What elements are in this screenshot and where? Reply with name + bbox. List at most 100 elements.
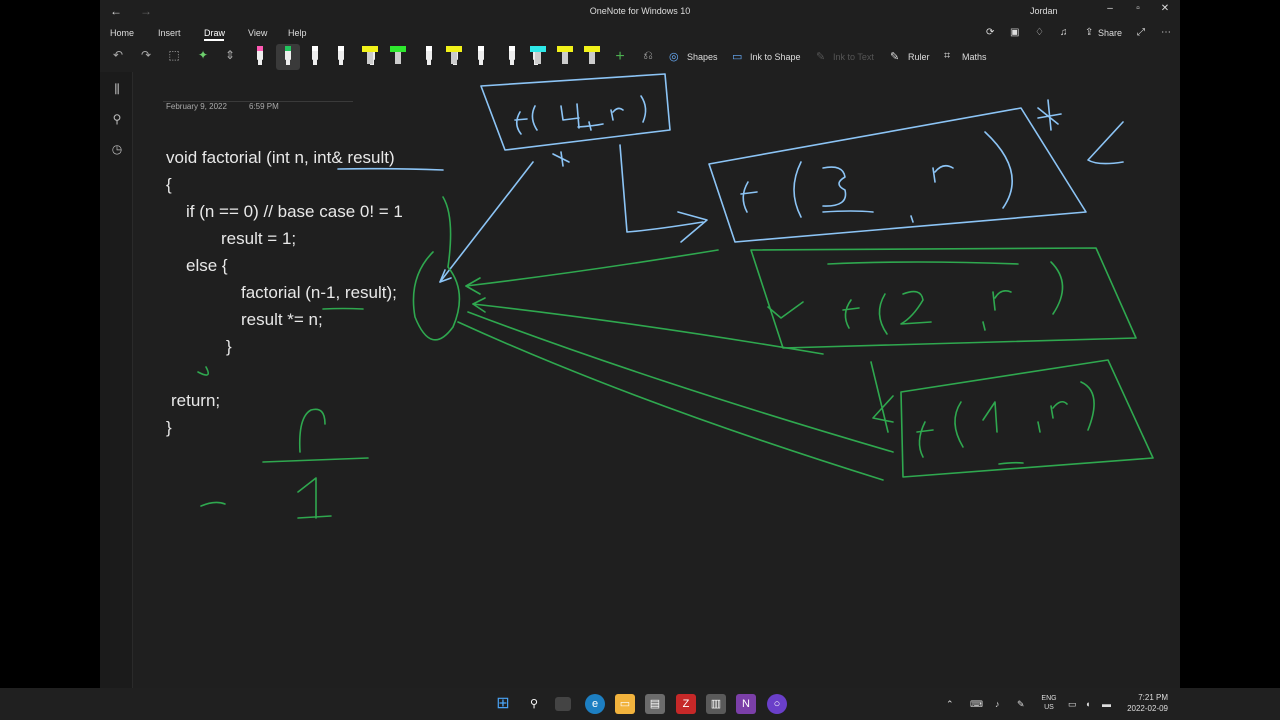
battery-icon[interactable]: ▬ <box>1102 699 1111 709</box>
pen-tool[interactable] <box>423 46 435 66</box>
ink-letter-r <box>1050 400 1068 419</box>
edge-browser-icon[interactable]: e <box>585 694 605 714</box>
system-clock[interactable]: 7:21 PM 2022-02-09 <box>1120 692 1168 714</box>
ink-paren <box>984 131 1013 209</box>
highlighter-tool[interactable] <box>557 46 573 66</box>
windows-taskbar: ⊞ ⚲ e ▭ ▤ Z ▥ N ○ ⌃ ⌨ ♪ ✎ ENG US ▭ ◖ ▬ 7… <box>0 688 1280 720</box>
add-pen-icon[interactable]: + <box>612 48 628 66</box>
ink-arrow <box>457 321 884 481</box>
ruler-icon: ✎ <box>890 51 900 63</box>
tab-draw[interactable]: Draw <box>204 28 225 38</box>
ink-to-text-button[interactable]: Ink to Text <box>833 52 874 62</box>
pen-tip <box>479 60 483 65</box>
pen-tool[interactable] <box>335 46 347 66</box>
ink-to-shape-button[interactable]: Ink to Shape <box>750 52 801 62</box>
active-tab-indicator <box>204 39 224 41</box>
sync-icon[interactable]: ⟳ <box>986 27 994 38</box>
share-icon[interactable]: ⇪ <box>1085 27 1093 38</box>
app-icon[interactable]: ▤ <box>645 694 665 714</box>
onenote-window: ← → OneNote for Windows 10 Jordan – ▫ ✕ … <box>100 0 1180 688</box>
redo-icon[interactable]: ↷ <box>138 48 154 66</box>
minimize-button[interactable]: – <box>1100 3 1120 14</box>
pen-tip <box>313 60 317 65</box>
highlighter-tool[interactable] <box>362 46 378 66</box>
ink-box-f4 <box>480 73 671 151</box>
ruler-button[interactable]: Ruler <box>908 52 930 62</box>
undo-icon[interactable]: ↶ <box>110 48 126 66</box>
microphone-icon[interactable]: ♪ <box>995 699 1000 709</box>
ink-letter-r <box>298 408 326 453</box>
pen-tool[interactable] <box>309 46 321 66</box>
pen-color-swatch <box>478 46 484 51</box>
notebooks-icon[interactable]: ⫼ <box>109 82 125 97</box>
share-button[interactable]: Share <box>1098 28 1122 38</box>
pen-icon[interactable]: ✎ <box>1017 699 1025 710</box>
tab-help[interactable]: Help <box>288 28 307 38</box>
task-view-icon[interactable] <box>555 697 571 711</box>
onenote-icon[interactable]: N <box>736 694 756 714</box>
insert-space-icon[interactable]: ⇕ <box>222 48 238 66</box>
start-button-icon[interactable]: ⊞ <box>493 694 513 714</box>
more-options-icon[interactable]: ⋯ <box>1161 27 1171 38</box>
ink-letter-f <box>740 181 758 213</box>
notebook-icon[interactable]: ▣ <box>1010 27 1019 38</box>
chevron-up-icon[interactable]: ⌃ <box>946 699 954 710</box>
tab-home[interactable]: Home <box>110 28 134 38</box>
app-icon[interactable]: ▥ <box>706 694 726 714</box>
ink-box-f3 <box>708 107 1087 243</box>
note-page[interactable]: February 9, 2022 6:59 PM void factorial … <box>133 72 1180 688</box>
highlighter-tool[interactable] <box>446 46 462 66</box>
maths-button[interactable]: Maths <box>962 52 987 62</box>
filezilla-icon[interactable]: Z <box>676 694 696 714</box>
tab-insert[interactable]: Insert <box>158 28 181 38</box>
pen-color-swatch <box>426 46 432 51</box>
file-explorer-icon[interactable]: ▭ <box>615 694 635 714</box>
ink-connector <box>870 361 894 433</box>
ink-digit-1 <box>297 477 332 519</box>
maths-icon: ⌗ <box>944 50 951 62</box>
clock-date: 2022-02-09 <box>1127 704 1168 713</box>
pen-tool[interactable] <box>282 46 294 66</box>
volume-icon[interactable]: ◖ <box>1085 699 1090 709</box>
pen-tool[interactable] <box>475 46 487 66</box>
pen-tip <box>258 60 262 65</box>
ink-annotations <box>197 73 1154 519</box>
user-name[interactable]: Jordan <box>1030 6 1058 16</box>
restore-button[interactable]: ▫ <box>1128 3 1148 14</box>
pen-tip <box>510 60 514 65</box>
highlighter-tool[interactable] <box>584 46 600 66</box>
pen-settings-icon[interactable]: ⎌ <box>640 48 656 66</box>
highlighter-tool[interactable] <box>390 46 406 66</box>
search-icon[interactable]: ⚲ <box>109 112 125 126</box>
keyboard-icon[interactable]: ⌨ <box>970 699 983 710</box>
ink-star <box>1037 99 1062 131</box>
green-ink-strokes <box>197 196 1154 519</box>
bell-icon[interactable]: ♫ <box>1060 27 1068 38</box>
pen-tool[interactable] <box>254 46 266 66</box>
recent-icon[interactable]: ◷ <box>109 142 125 156</box>
pen-color-swatch <box>338 46 344 51</box>
pen-tool[interactable] <box>506 46 518 66</box>
tab-view[interactable]: View <box>248 28 267 38</box>
search-icon[interactable]: ⚲ <box>524 694 544 714</box>
language-indicator[interactable]: ENG US <box>1040 694 1058 712</box>
highlighter-body <box>562 52 568 64</box>
pen-color-swatch <box>257 46 263 51</box>
network-icon[interactable]: ▭ <box>1068 699 1077 710</box>
lasso-select-icon[interactable]: ⬚ <box>166 48 182 66</box>
shapes-button[interactable]: Shapes <box>687 52 718 62</box>
app-icon[interactable]: ○ <box>767 694 787 714</box>
close-button[interactable]: ✕ <box>1155 3 1175 14</box>
ink-mark <box>197 366 209 376</box>
pen-tip <box>427 60 431 65</box>
eraser-icon[interactable]: ✦ <box>195 48 211 66</box>
pen-color-swatch <box>285 46 291 51</box>
expand-icon[interactable]: ⤢ <box>1137 27 1145 38</box>
ink-underline <box>998 461 1024 465</box>
highlighter-tool[interactable] <box>530 46 546 66</box>
ink-arrow <box>619 144 704 233</box>
ink-mark <box>200 501 226 507</box>
highlighter-body <box>451 52 457 64</box>
ink-to-shape-icon: ▭ <box>732 51 743 63</box>
lightbulb-icon[interactable]: ♢ <box>1035 27 1044 38</box>
